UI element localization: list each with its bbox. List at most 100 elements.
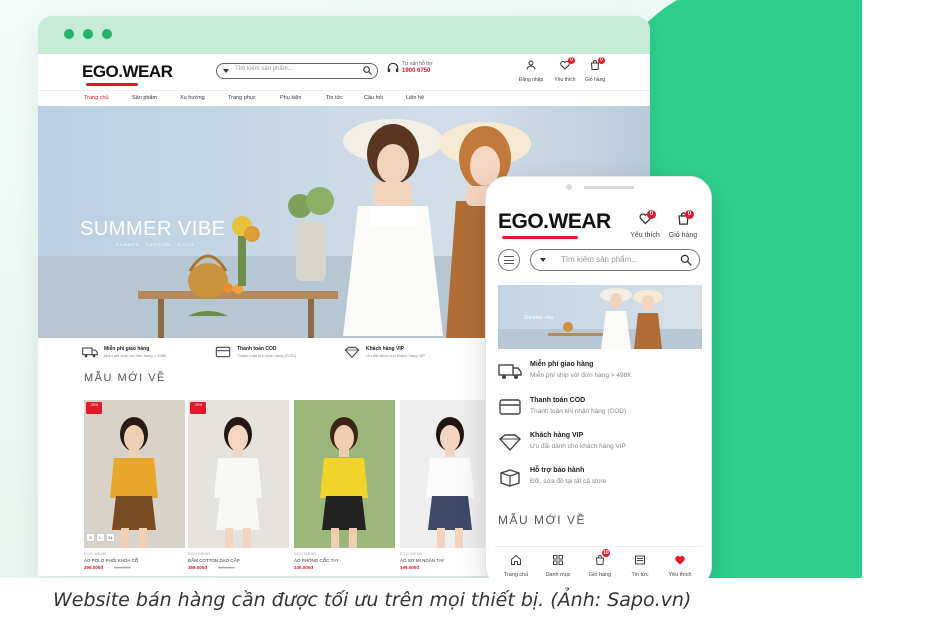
service-desc: Thanh toán khi nhận hàng (COD) bbox=[530, 408, 627, 415]
diamond-icon bbox=[344, 346, 360, 358]
size-options: S L XL bbox=[86, 526, 116, 544]
nav-item-contact[interactable]: Liên hệ bbox=[406, 95, 424, 101]
mobile-phone-mockup: EGO.WEAR 0 Yêu thích 0 Giỏ hàng Tìm kiếm… bbox=[485, 176, 712, 578]
grid-icon bbox=[553, 555, 563, 565]
product-price: 199.000đ bbox=[400, 565, 420, 570]
tab-label: Danh mục bbox=[545, 572, 571, 578]
nav-item-trends[interactable]: Xu hướng bbox=[180, 95, 205, 101]
cart-button[interactable]: 0 Giỏ hàng bbox=[580, 57, 610, 83]
service-title: Miễn phí giao hàng bbox=[530, 361, 594, 368]
new-arrivals-heading: MẪU MỚI VỀ bbox=[84, 372, 166, 384]
hero-subtitle: SUMMER · FASHION · STYLE bbox=[116, 242, 196, 247]
wishlist-count-badge: 0 bbox=[647, 210, 656, 219]
truck-icon bbox=[498, 364, 522, 379]
box-icon bbox=[500, 469, 520, 487]
logo-swoosh bbox=[502, 236, 578, 239]
window-dot-icon bbox=[64, 29, 74, 39]
service-desc: Thanh toán khi nhận hàng (COD) bbox=[237, 353, 297, 358]
discount-tag: -20% bbox=[86, 402, 102, 414]
window-dot-icon bbox=[83, 29, 93, 39]
tab-cart[interactable]: 10 Giỏ hàng bbox=[580, 549, 620, 578]
product-price: 299.000đ bbox=[84, 565, 104, 570]
product-name[interactable]: ÁO PHÔNG CỔC TAY bbox=[294, 558, 339, 563]
product-price: 249.000đ bbox=[294, 565, 314, 570]
service-desc: Ưu đãi dành cho khách hàng VIP bbox=[366, 353, 426, 358]
tab-news[interactable]: Tin tức bbox=[620, 553, 660, 578]
desktop-logo[interactable]: EGO.WEAR bbox=[82, 62, 173, 86]
service-desc: Miễn phí ship với đơn hàng > 498K bbox=[104, 353, 167, 358]
desktop-search-input[interactable]: Tìm kiếm sản phẩm... bbox=[216, 63, 378, 79]
action-label: Đăng nhập bbox=[518, 77, 544, 83]
service-title: Miễn phí giao hàng bbox=[104, 346, 150, 352]
diamond-icon bbox=[498, 434, 522, 452]
dropdown-caret-icon[interactable] bbox=[540, 258, 546, 262]
cart-count-badge: 0 bbox=[598, 57, 605, 64]
mobile-bottom-tabbar: Trang chủ Danh mục 10 Giỏ hàng Tin tức Y… bbox=[494, 546, 703, 578]
nav-item-faq[interactable]: Câu hỏi bbox=[364, 95, 383, 101]
hero-title: SUMMER VIBE bbox=[80, 218, 226, 240]
hotline-number[interactable]: 1900 6750 bbox=[402, 68, 430, 74]
news-icon bbox=[635, 555, 645, 565]
truck-icon bbox=[82, 347, 98, 358]
tab-label: Trang chủ bbox=[503, 572, 529, 578]
search-icon[interactable] bbox=[362, 65, 373, 76]
logo-text: EGO.WEAR bbox=[82, 62, 173, 81]
product-card[interactable]: EGO WEAR ÁO PHÔNG CỔC TAY 249.000đ bbox=[294, 400, 395, 576]
product-name[interactable]: ÁO SƠ MI NGẮN TAY bbox=[400, 558, 444, 563]
tab-wishlist[interactable]: Yêu thích bbox=[660, 553, 700, 578]
mobile-wishlist-button[interactable]: 0 Yêu thích bbox=[628, 210, 662, 239]
nav-item-accessories[interactable]: Phụ kiện bbox=[280, 95, 301, 101]
dropdown-caret-icon[interactable] bbox=[223, 69, 229, 73]
tab-label: Tin tức bbox=[631, 572, 649, 578]
wishlist-button[interactable]: 0 Yêu thích bbox=[550, 57, 580, 83]
nav-item-outfits[interactable]: Trang phục bbox=[228, 95, 256, 101]
size-option[interactable]: S bbox=[86, 533, 95, 542]
action-label: Yêu thích bbox=[630, 232, 660, 239]
service-item: Miễn phí giao hàng Miễn phí ship với đơn… bbox=[498, 361, 698, 391]
product-name[interactable]: ĐẦM COTTON DẠO CẤP bbox=[188, 558, 240, 563]
product-image[interactable]: -20% bbox=[188, 400, 289, 548]
product-image[interactable]: -20% S L XL bbox=[84, 400, 185, 548]
tab-label: Giỏ hàng bbox=[588, 572, 612, 578]
product-image[interactable] bbox=[294, 400, 395, 548]
logo-swoosh bbox=[86, 83, 138, 86]
product-photo bbox=[294, 400, 395, 548]
product-old-price: 399.000đ bbox=[114, 565, 131, 570]
nav-item-news[interactable]: Tin tức bbox=[326, 95, 343, 101]
cart-count-badge: 0 bbox=[685, 210, 694, 219]
heart-icon bbox=[675, 555, 685, 565]
wishlist-count-badge: 0 bbox=[568, 57, 575, 64]
discount-tag: -20% bbox=[190, 402, 206, 414]
desktop-main-nav: Trang chủ Sản phẩm Xu hướng Trang phục P… bbox=[38, 90, 650, 107]
product-old-price: 469.000đ bbox=[218, 565, 235, 570]
size-option[interactable]: XL bbox=[106, 533, 115, 542]
card-icon bbox=[499, 399, 521, 415]
illustration-stage: EGO.WEAR Tìm kiếm sản phẩm... Tư vấn hỗ … bbox=[0, 0, 862, 578]
product-brand: EGO WEAR bbox=[84, 551, 107, 556]
mobile-search-input[interactable]: Tìm kiếm sản phẩm... bbox=[530, 249, 700, 271]
service-item: Khách hàng VIP Ưu đãi dành cho khách hàn… bbox=[498, 432, 698, 462]
mobile-cart-button[interactable]: 0 Giỏ hàng bbox=[666, 210, 700, 239]
product-card[interactable]: -20% S L XL EGO WEAR ÁO POLO PHỐI KHÓA CỔ 299.… bbox=[84, 400, 185, 576]
service-title: Khách hàng VIP bbox=[530, 432, 584, 439]
tab-home[interactable]: Trang chủ bbox=[496, 553, 536, 578]
service-title: Hỗ trợ bảo hành bbox=[530, 467, 585, 474]
hamburger-menu-icon[interactable] bbox=[498, 249, 520, 271]
tab-label: Yêu thích bbox=[668, 572, 692, 578]
mobile-logo[interactable]: EGO.WEAR bbox=[498, 210, 611, 239]
nav-item-products[interactable]: Sản phẩm bbox=[132, 95, 157, 101]
banner-title: Summer vibe bbox=[524, 315, 554, 321]
login-button[interactable]: Đăng nhập bbox=[516, 58, 546, 83]
product-card[interactable]: -20% EGO WEAR ĐẦM COTTON DẠO CẤP 369.000đ 46… bbox=[188, 400, 289, 576]
browser-titlebar bbox=[38, 16, 650, 54]
mobile-hero-banner[interactable]: Summer vibe bbox=[498, 285, 702, 349]
mobile-screen: EGO.WEAR 0 Yêu thích 0 Giỏ hàng Tìm kiếm… bbox=[494, 201, 703, 578]
size-option[interactable]: L bbox=[96, 533, 105, 542]
nav-item-home[interactable]: Trang chủ bbox=[84, 95, 109, 101]
search-icon[interactable] bbox=[679, 253, 693, 267]
service-item: Hỗ trợ bảo hành Đổi, sửa đồ tại tất cả s… bbox=[498, 467, 698, 497]
tab-categories[interactable]: Danh mục bbox=[538, 553, 578, 578]
service-title: Thanh toán COD bbox=[237, 346, 277, 352]
product-name[interactable]: ÁO POLO PHỐI KHÓA CỔ bbox=[84, 558, 138, 563]
phone-camera bbox=[566, 184, 572, 190]
